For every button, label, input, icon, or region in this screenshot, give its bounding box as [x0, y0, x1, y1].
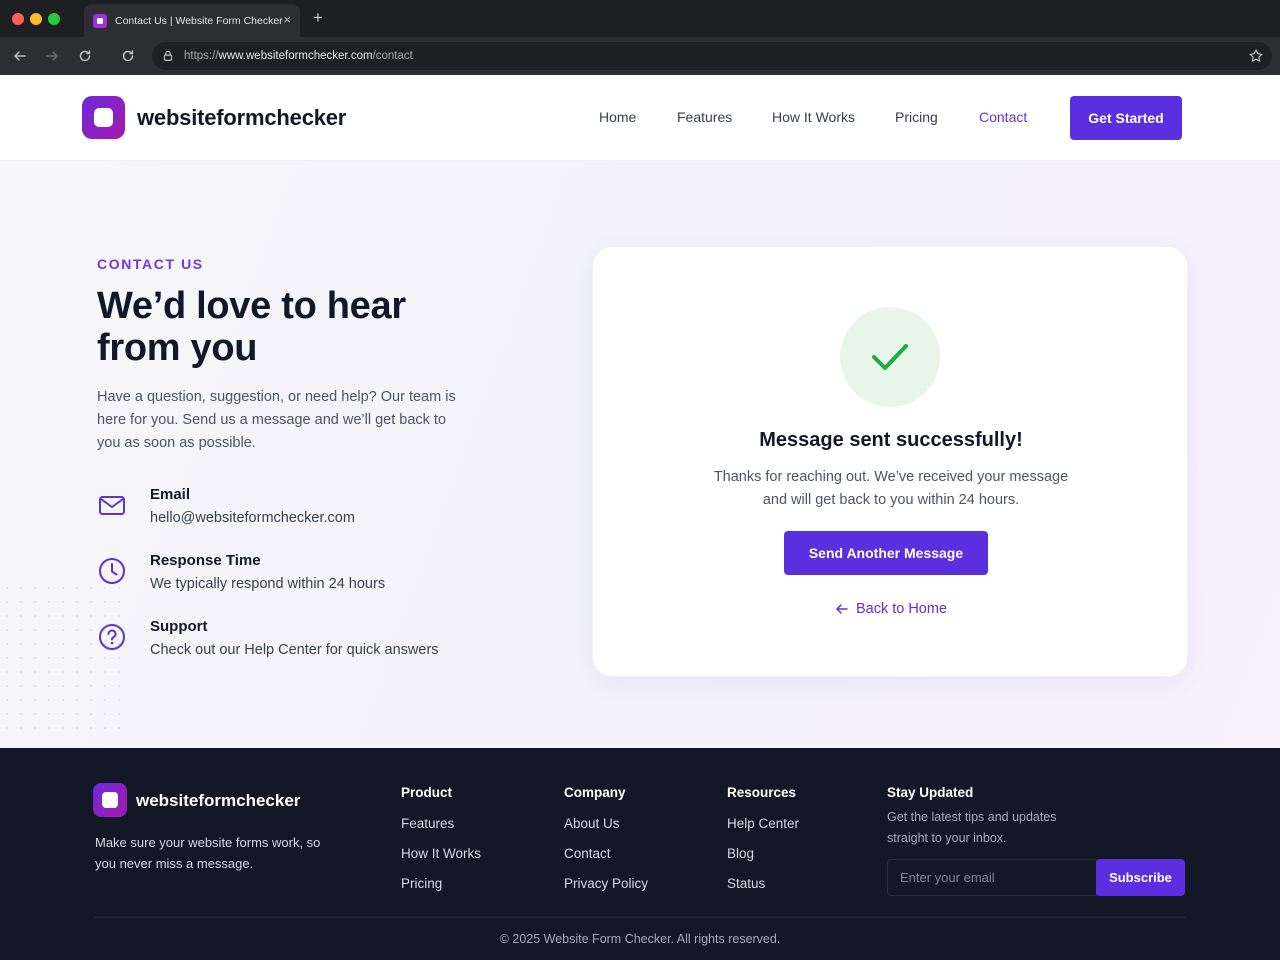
contact-section: CONTACT US We’d love to hear from you Ha… — [0, 161, 1280, 748]
reload-alt-icon[interactable] — [118, 46, 138, 66]
info-desc: Check out our Help Center for quick answ… — [150, 642, 439, 658]
new-tab-icon[interactable]: + — [313, 8, 323, 28]
footer-link-pricing[interactable]: Pricing — [401, 876, 442, 891]
tab-close-icon[interactable]: × — [283, 12, 291, 28]
newsletter-title: Stay Updated — [887, 785, 974, 800]
info-email-link[interactable]: hello@websiteformchecker.com — [150, 510, 355, 526]
back-arrow-icon[interactable] — [10, 46, 30, 66]
bookmark-star-icon[interactable] — [1248, 48, 1264, 64]
intro-text: Have a question, suggestion, or need hel… — [97, 389, 456, 451]
nav-pricing[interactable]: Pricing — [895, 109, 938, 125]
contact-info-support: Support Check out our Help Center for qu… — [97, 618, 497, 668]
site-header: websiteformchecker Home Features How It … — [0, 75, 1280, 161]
footer-col-title-company: Company — [564, 785, 626, 800]
footer-link-about-us[interactable]: About Us — [564, 816, 620, 831]
clock-icon — [97, 556, 127, 586]
copyright-text: © 2025 Website Form Checker. All rights … — [499, 932, 781, 946]
footer-link-contact[interactable]: Contact — [564, 846, 611, 861]
footer-link-status[interactable]: Status — [727, 876, 765, 891]
browser-tab-bar: Contact Us | Website Form Checker × + — [0, 0, 1280, 37]
nav-how-it-works[interactable]: How It Works — [772, 109, 855, 125]
nav-home[interactable]: Home — [599, 109, 636, 125]
back-to-home-link[interactable]: Back to Home — [593, 601, 1189, 617]
nav-contact[interactable]: Contact — [979, 109, 1027, 125]
get-started-button[interactable]: Get Started — [1070, 96, 1182, 140]
arrow-left-icon — [836, 604, 848, 614]
logo-icon[interactable] — [82, 96, 125, 139]
success-card: Message sent successfully! Thanks for re… — [592, 246, 1188, 677]
send-another-message-button[interactable]: Send Another Message — [784, 531, 988, 575]
newsletter-email-input[interactable] — [887, 859, 1097, 896]
logo-text[interactable]: websiteformchecker — [137, 105, 346, 131]
browser-toolbar: https://www.websiteformchecker.com/conta… — [0, 37, 1280, 75]
url-text: https://www.websiteformchecker.com/conta… — [184, 50, 413, 62]
footer-logo-text[interactable]: websiteformchecker — [136, 791, 300, 811]
footer-link-blog[interactable]: Blog — [727, 846, 754, 861]
footer-link-features[interactable]: Features — [401, 816, 454, 831]
tab-title: Contact Us | Website Form Checker — [115, 14, 283, 27]
success-title: Message sent successfully! — [759, 429, 1023, 451]
reload-icon[interactable] — [75, 46, 95, 66]
address-bar[interactable]: https://www.websiteformchecker.com/conta… — [152, 42, 1272, 70]
window-minimize-dot[interactable] — [30, 13, 42, 25]
page-title: We’d love to hear from you — [97, 285, 406, 369]
footer-link-privacy-policy[interactable]: Privacy Policy — [564, 876, 648, 891]
footer-link-help-center[interactable]: Help Center — [727, 816, 799, 831]
back-to-home-label: Back to Home — [855, 601, 948, 617]
footer-link-how-it-works[interactable]: How It Works — [401, 846, 481, 861]
success-check-icon — [840, 307, 940, 407]
info-title: Response Time — [150, 552, 261, 569]
info-title: Support — [150, 618, 208, 635]
site-footer: websiteformchecker Make sure your websit… — [0, 748, 1280, 960]
help-circle-icon — [97, 622, 127, 652]
window-maximize-dot[interactable] — [48, 13, 60, 25]
footer-col-title-resources: Resources — [727, 785, 797, 800]
window-close-dot[interactable] — [12, 13, 24, 25]
mail-icon — [97, 490, 127, 520]
lock-icon — [160, 48, 176, 64]
subscribe-button[interactable]: Subscribe — [1096, 859, 1185, 896]
newsletter-text: Get the latest tips and updates straight… — [887, 810, 1057, 845]
info-desc: We typically respond within 24 hours — [150, 576, 386, 592]
contact-info-email: Email hello@websiteformchecker.com — [97, 486, 497, 536]
browser-tab-active[interactable]: Contact Us | Website Form Checker × — [84, 4, 300, 37]
footer-logo-icon[interactable] — [93, 783, 127, 817]
success-text: Thanks for reaching out. We’ve received … — [713, 469, 1069, 508]
favicon-icon — [93, 13, 107, 28]
info-title: Email — [150, 486, 191, 503]
nav-features[interactable]: Features — [677, 109, 732, 125]
contact-info-response: Response Time We typically respond withi… — [97, 552, 497, 602]
forward-arrow-icon[interactable] — [42, 46, 62, 66]
footer-tagline: Make sure your website forms work, so yo… — [95, 835, 321, 871]
footer-col-title-product: Product — [401, 785, 453, 800]
section-eyebrow: CONTACT US — [97, 256, 204, 272]
footer-divider — [95, 917, 1185, 918]
